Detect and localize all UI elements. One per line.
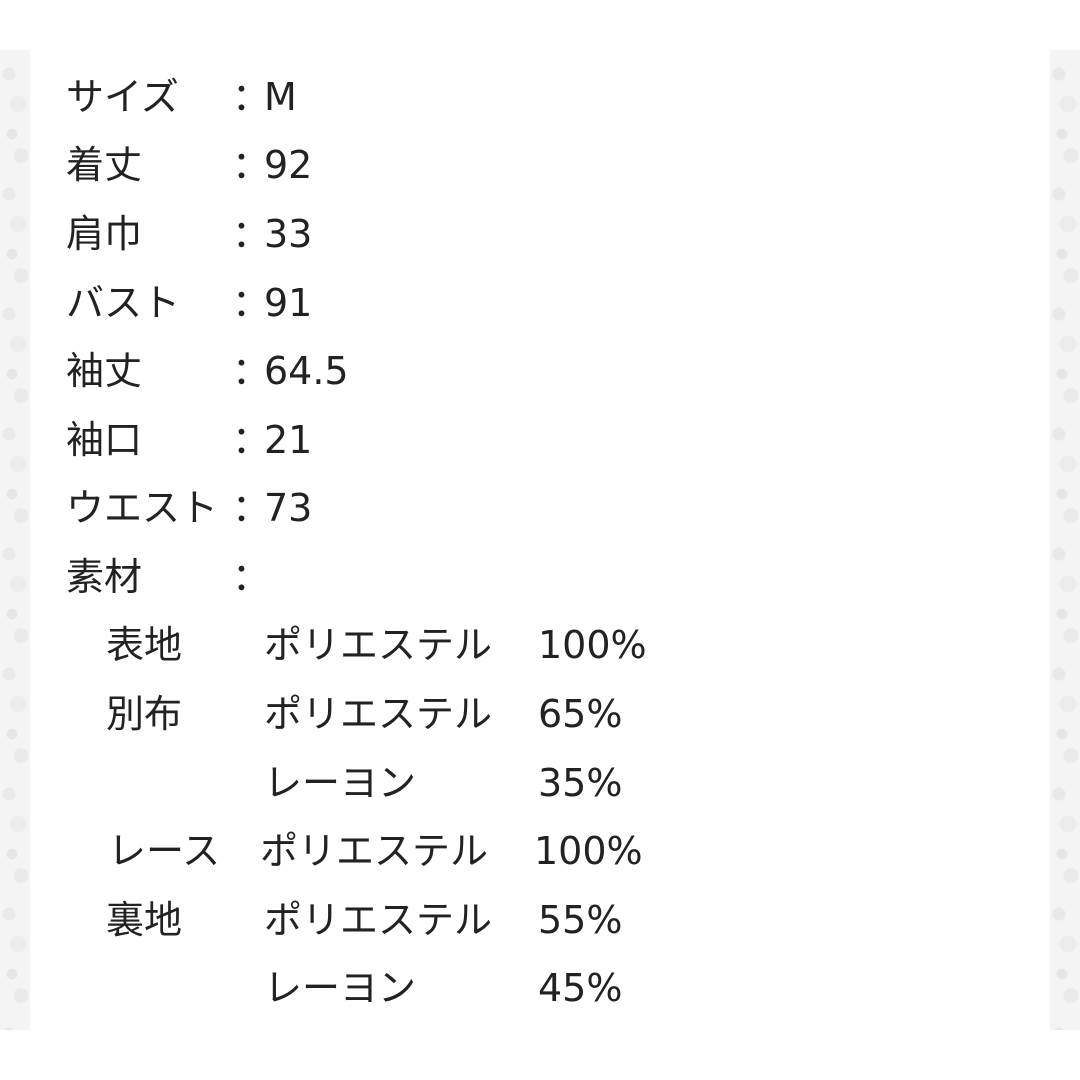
spec-label: 素材 bbox=[66, 555, 143, 599]
spec-colon: ： bbox=[232, 555, 271, 599]
spec-label: 袖口 bbox=[66, 418, 143, 462]
spec-label: バスト bbox=[66, 281, 181, 325]
material-part: 表地 bbox=[106, 623, 183, 667]
material-percent: 100% bbox=[534, 829, 643, 873]
material-fiber: ポリエステル bbox=[264, 692, 493, 736]
material-fiber: レーヨン bbox=[264, 966, 417, 1010]
material-percent: 55% bbox=[538, 898, 623, 942]
lace-background-left bbox=[0, 50, 30, 1030]
spec-label: 肩巾 bbox=[66, 212, 143, 256]
spec-card: サイズ ： M 着丈 ： 92 肩巾 ： 33 バスト ： 91 袖丈 ： 64… bbox=[30, 50, 1050, 1030]
material-fiber: ポリエステル bbox=[260, 829, 489, 873]
material-fiber: ポリエステル bbox=[264, 898, 493, 942]
material-percent: 45% bbox=[538, 966, 623, 1010]
lace-background-right bbox=[1050, 50, 1080, 1030]
material-part: 別布 bbox=[106, 692, 183, 736]
spec-label: 袖丈 bbox=[66, 349, 143, 393]
spec-label: 着丈 bbox=[66, 143, 143, 187]
material-percent: 65% bbox=[538, 692, 623, 736]
spec-value: M bbox=[264, 75, 297, 119]
material-part: レース bbox=[108, 829, 221, 873]
spec-label: ウエスト bbox=[66, 486, 219, 530]
spec-value: 91 bbox=[264, 281, 313, 325]
spec-value: 33 bbox=[264, 212, 313, 256]
material-part: 裏地 bbox=[106, 898, 183, 942]
material-fiber: ポリエステル bbox=[264, 623, 493, 667]
spec-value: 21 bbox=[264, 418, 313, 462]
spec-value: 73 bbox=[264, 486, 313, 530]
material-percent: 100% bbox=[538, 623, 647, 667]
spec-value: 92 bbox=[264, 143, 313, 187]
material-percent: 35% bbox=[538, 761, 623, 805]
spec-label: サイズ bbox=[66, 75, 179, 119]
material-fiber: レーヨン bbox=[264, 761, 417, 805]
spec-value: 64.5 bbox=[264, 349, 349, 393]
